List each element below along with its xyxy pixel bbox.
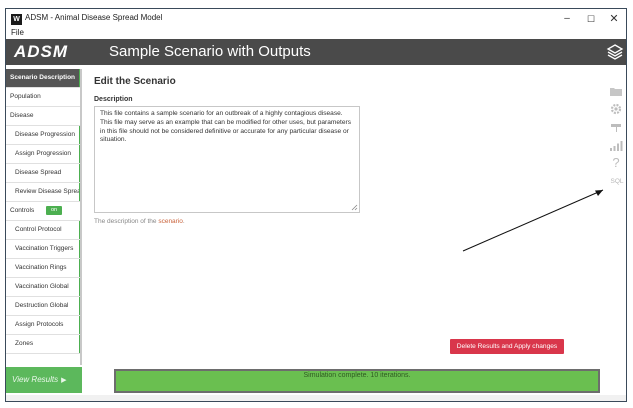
sidebar: Scenario Description Population Disease …	[6, 69, 82, 365]
sidebar-item-vaccination-triggers[interactable]: Vaccination Triggers	[6, 240, 82, 259]
sidebar-item-population[interactable]: Population	[6, 88, 82, 107]
window-title: ADSM - Animal Disease Spread Model	[25, 13, 163, 22]
folder-icon[interactable]	[609, 84, 623, 98]
annotation-arrow	[462, 189, 604, 252]
sidebar-item-zones[interactable]: Zones	[6, 335, 82, 354]
view-results-label: View Results	[12, 375, 59, 384]
help-suffix: .	[182, 218, 185, 225]
layers-icon[interactable]	[606, 43, 624, 61]
footer-strip	[6, 395, 626, 401]
menu-bar: File	[6, 28, 626, 39]
status-bar: Simulation complete. 10 iterations.	[114, 369, 600, 393]
sidebar-item-vaccination-global[interactable]: Vaccination Global	[6, 278, 82, 297]
sidebar-item-destruction-global[interactable]: Destruction Global	[6, 297, 82, 316]
app-icon: W	[11, 14, 22, 25]
resize-grip-icon[interactable]	[350, 203, 358, 211]
section-heading: Edit the Scenario	[94, 76, 176, 87]
sidebar-item-control-protocol[interactable]: Control Protocol	[6, 221, 82, 240]
gear-icon[interactable]	[609, 102, 623, 116]
menu-file[interactable]: File	[11, 28, 24, 37]
status-text: Simulation complete. 10 iterations.	[303, 372, 411, 379]
sidebar-item-scenario-description[interactable]: Scenario Description	[6, 69, 82, 88]
title-bar: W ADSM - Animal Disease Spread Model – ☐…	[6, 9, 626, 29]
signal-icon[interactable]	[609, 138, 623, 152]
help-link-scenario[interactable]: scenario	[158, 218, 183, 225]
flag-icon[interactable]	[609, 120, 623, 134]
maximize-button[interactable]: ☐	[582, 11, 600, 27]
help-prefix: The description of the	[94, 218, 159, 225]
description-textarea[interactable]: This file contains a sample scenario for…	[94, 106, 360, 213]
sidebar-item-vaccination-rings[interactable]: Vaccination Rings	[6, 259, 82, 278]
description-help-text: The description of the scenario.	[94, 218, 185, 225]
help-icon[interactable]: ?	[609, 156, 623, 170]
sidebar-item-disease[interactable]: Disease	[6, 107, 82, 126]
sidebar-item-disease-spread[interactable]: Disease Spread	[6, 164, 82, 183]
minimize-button[interactable]: –	[558, 11, 576, 27]
scenario-title: Sample Scenario with Outputs	[109, 43, 311, 60]
sidebar-item-assign-progression[interactable]: Assign Progression	[6, 145, 82, 164]
description-label: Description	[94, 96, 133, 103]
sidebar-scrollbar[interactable]	[80, 69, 82, 365]
sidebar-item-review-disease-spread[interactable]: Review Disease Spread	[6, 183, 82, 202]
sql-icon[interactable]: SQL	[609, 175, 625, 189]
view-results-button[interactable]: View Results ▶	[6, 367, 82, 393]
play-arrow-icon: ▶	[61, 377, 67, 384]
brand-logo[interactable]: ADSM	[14, 42, 68, 62]
app-header: ADSM Sample Scenario with Outputs	[6, 39, 626, 65]
app-window: W ADSM - Animal Disease Spread Model – ☐…	[5, 8, 627, 402]
close-button[interactable]: ✕	[605, 11, 623, 27]
sidebar-item-label: Controls	[10, 207, 35, 214]
sidebar-item-controls[interactable]: Controls on	[6, 202, 82, 221]
delete-results-button[interactable]: Delete Results and Apply changes	[450, 339, 564, 354]
sidebar-item-disease-progression[interactable]: Disease Progression	[6, 126, 82, 145]
controls-toggle[interactable]: on	[46, 206, 62, 215]
sidebar-item-assign-protocols[interactable]: Assign Protocols	[6, 316, 82, 335]
